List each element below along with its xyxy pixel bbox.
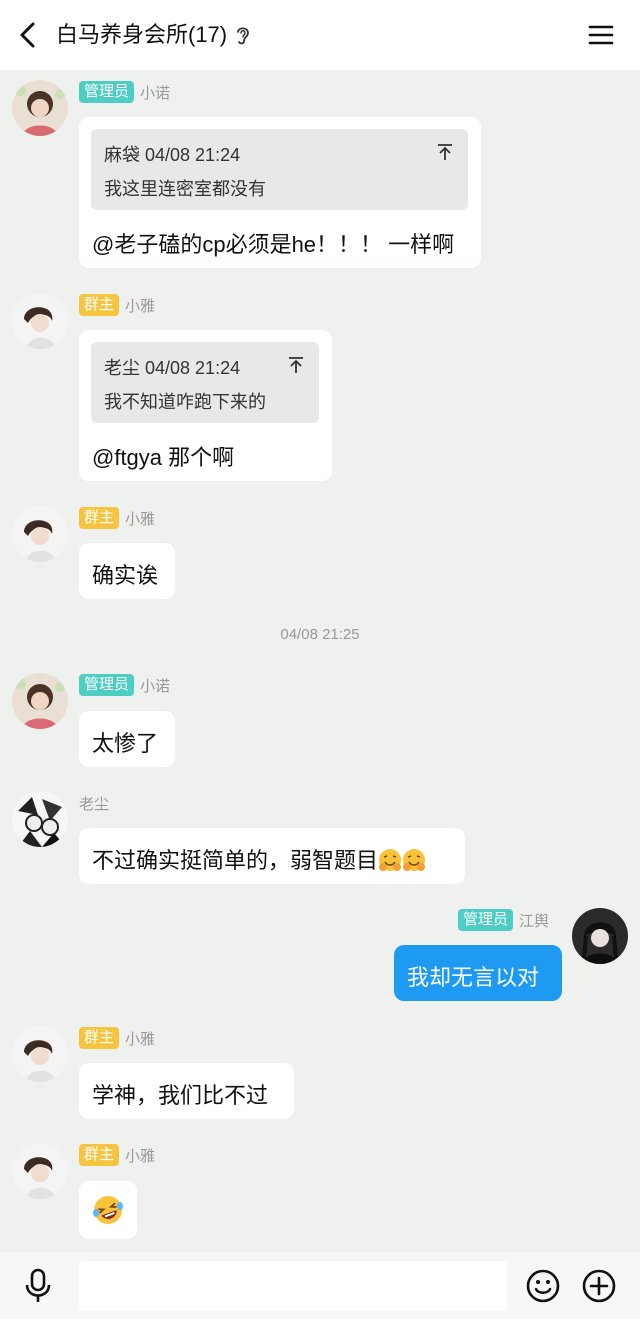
quoted-message[interactable]: 麻袋 04/08 21:24 我这里连密室都没有 [91,129,468,210]
admin-badge: 管理员 [79,674,135,696]
quote-author-time: 麻袋 04/08 21:24 [104,145,241,165]
message-bubble[interactable]: 麻袋 04/08 21:24 我这里连密室都没有 @老子磕的cp必须是he！！！… [79,117,481,268]
avatar[interactable] [572,908,628,964]
message-content: 不过确实挺简单的，弱智题目 [92,843,426,875]
quoted-message[interactable]: 老尘 04/08 21:24 我不知道咋跑下来的 [91,342,319,423]
message-text: 不过确实挺简单的，弱智题目 [92,848,379,873]
sender-name: 老尘 [79,795,110,813]
quote-text: 我这里连密室都没有 [104,179,266,199]
avatar[interactable] [12,673,68,729]
owner-badge: 群主 [79,294,120,316]
menu-icon[interactable] [586,20,616,50]
sender-name: 小雅 [125,1030,156,1048]
owner-badge: 群主 [79,1027,120,1049]
avatar[interactable] [12,80,68,136]
pin-top-icon [438,144,452,160]
chat-title[interactable]: 白马养身会所(17) [56,20,227,50]
message-bubble[interactable]: 确实诶 [79,543,175,599]
message-bubble[interactable]: 太惨了 [79,711,175,767]
avatar[interactable] [12,293,68,349]
laughing-tears-emoji-icon [93,1196,123,1224]
sender-name: 小雅 [125,1147,156,1165]
smiley-icon[interactable] [525,1268,561,1304]
owner-badge: 群主 [79,507,120,529]
message-bubble[interactable]: 我却无言以对 [394,945,562,1001]
avatar[interactable] [12,506,68,562]
message-text: @老子磕的cp必须是he！！！ 一样啊 [92,232,455,257]
plus-circle-icon[interactable] [581,1268,617,1304]
ear-icon[interactable] [234,24,252,46]
message-bubble[interactable]: 不过确实挺简单的，弱智题目 [79,828,465,884]
avatar[interactable] [12,791,68,847]
sender-name: 小雅 [125,297,156,315]
time-separator: 04/08 21:25 [280,626,360,643]
sender-name: 小雅 [125,510,156,528]
owner-badge: 群主 [79,1144,120,1166]
avatar[interactable] [12,1026,68,1082]
quote-text: 我不知道咋跑下来的 [104,392,266,412]
message-bubble[interactable]: 老尘 04/08 21:24 我不知道咋跑下来的 @ftgya 那个啊 [79,330,332,481]
message-text: 我却无言以对 [407,965,540,990]
sender-name: 江舆 [519,912,550,930]
message-bubble[interactable]: 学神，我们比不过 [79,1063,294,1119]
pin-top-icon [289,357,303,373]
admin-badge: 管理员 [79,81,135,103]
hugging-face-emoji-icon [403,849,426,871]
admin-badge: 管理员 [458,909,514,931]
microphone-icon[interactable] [22,1268,54,1304]
message-bubble[interactable] [79,1181,137,1239]
chat-header: 白马养身会所(17) [0,0,640,70]
message-text: @ftgya 那个啊 [92,445,235,470]
avatar[interactable] [12,1143,68,1199]
hugging-face-emoji-icon [379,849,402,871]
message-input[interactable] [79,1261,507,1311]
sender-name: 小诺 [140,84,171,102]
quote-author-time: 老尘 04/08 21:24 [104,358,241,378]
back-arrow-icon[interactable] [12,18,46,52]
message-text: 确实诶 [92,563,159,588]
message-text: 学神，我们比不过 [92,1083,269,1108]
message-text: 太惨了 [92,731,159,756]
sender-name: 小诺 [140,677,171,695]
